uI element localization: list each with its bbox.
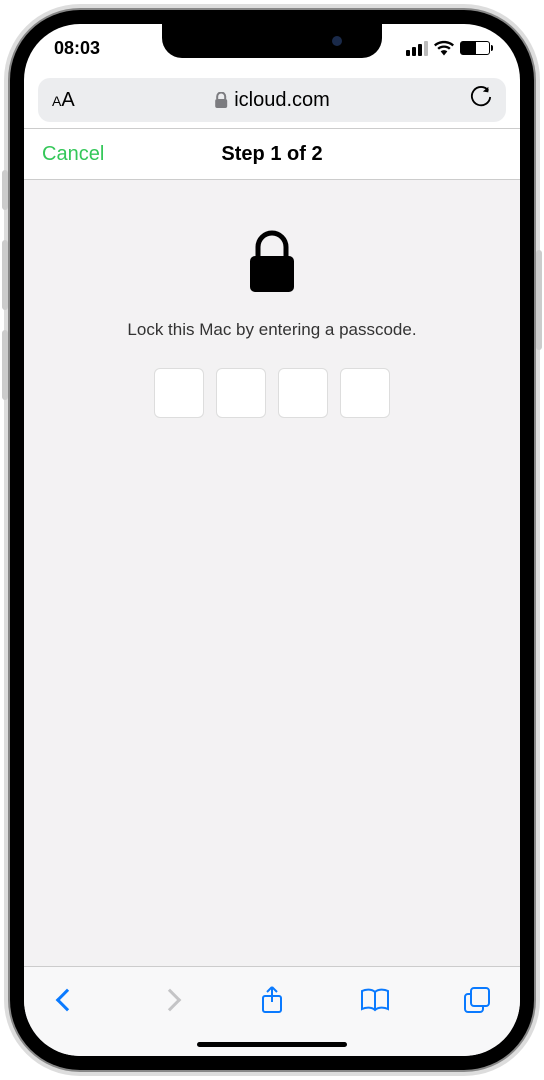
tabs-icon [464,987,490,1013]
phone-chassis: 08:03 AA icloud.com [10,10,534,1070]
chevron-left-icon [56,988,79,1011]
share-icon [260,986,284,1014]
status-time: 08:03 [54,38,100,59]
home-indicator[interactable] [197,1042,347,1047]
text-size-button[interactable]: AA [52,89,75,112]
lock-icon [214,92,228,108]
lock-large-icon [244,230,300,294]
volume-up-button [2,240,8,310]
status-right [406,40,490,56]
main-content: Lock this Mac by entering a passcode. [24,180,520,966]
silent-switch [2,170,8,210]
url-display[interactable]: icloud.com [214,89,330,112]
home-indicator-area [24,1032,520,1056]
phone-screen: 08:03 AA icloud.com [24,24,520,1056]
reload-button[interactable] [470,86,492,114]
reload-icon [470,86,492,108]
url-text: icloud.com [234,89,330,112]
page-title: Step 1 of 2 [221,143,322,166]
share-button[interactable] [257,985,287,1015]
book-icon [360,988,390,1012]
tabs-button[interactable] [462,985,492,1015]
passcode-digit-3[interactable] [278,368,328,418]
passcode-input-row [154,368,390,418]
forward-button [155,985,185,1015]
notch [162,24,382,58]
passcode-digit-4[interactable] [340,368,390,418]
passcode-digit-2[interactable] [216,368,266,418]
volume-down-button [2,330,8,400]
power-button [536,250,542,350]
safari-url-bar[interactable]: AA icloud.com [38,78,506,122]
safari-toolbar [24,966,520,1032]
chevron-right-icon [158,988,181,1011]
front-camera [332,36,342,46]
cellular-signal-icon [406,41,428,56]
back-button[interactable] [52,985,82,1015]
battery-icon [460,41,490,55]
page-nav-header: Cancel Step 1 of 2 [24,128,520,180]
passcode-digit-1[interactable] [154,368,204,418]
instruction-text: Lock this Mac by entering a passcode. [127,320,416,340]
bookmarks-button[interactable] [360,985,390,1015]
cancel-button[interactable]: Cancel [24,143,104,166]
wifi-icon [434,40,454,56]
